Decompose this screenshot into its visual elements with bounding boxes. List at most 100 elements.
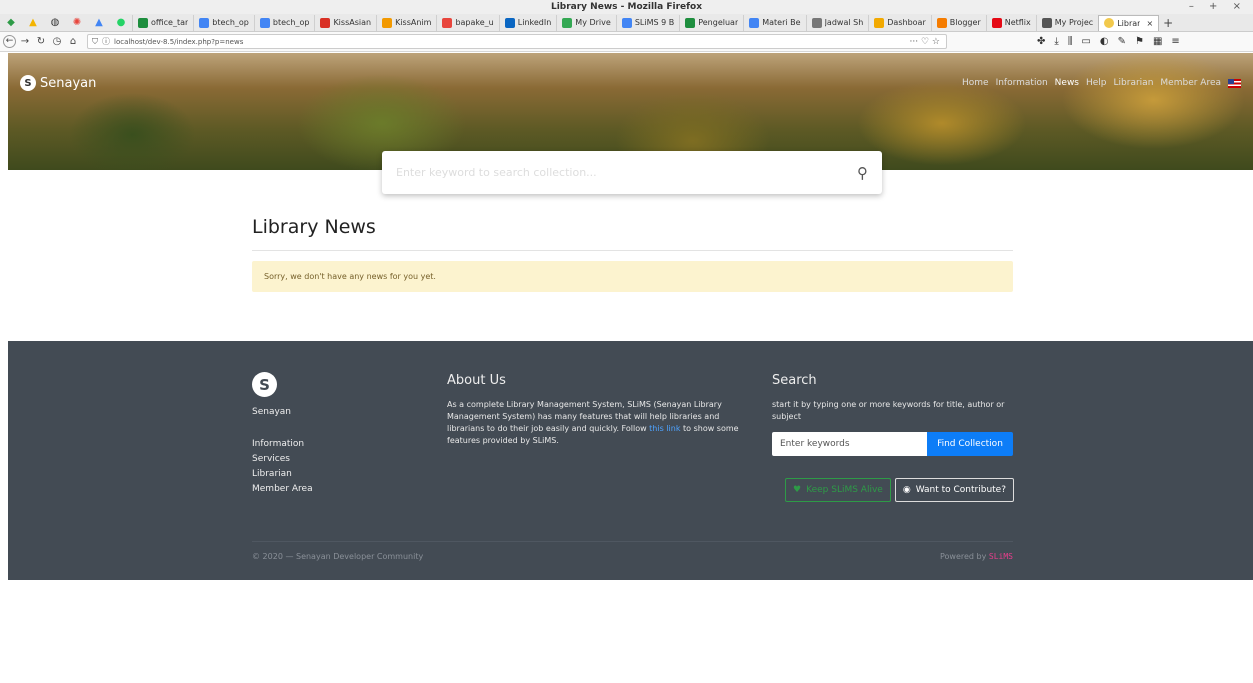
footer-buttons: ♥ Keep SLiMS Alive ◉ Want to Contribute?: [772, 478, 1014, 502]
tab-favicon-icon: [1041, 17, 1052, 28]
site-brand[interactable]: S Senayan: [20, 75, 96, 91]
tab-library-news[interactable]: Librar ×: [1098, 14, 1160, 31]
home-icon[interactable]: ⌂: [66, 36, 80, 47]
top-menu: Home Information News Help Librarian Mem…: [962, 78, 1241, 88]
menu-news[interactable]: News: [1055, 78, 1079, 88]
menu-home[interactable]: Home: [962, 78, 989, 88]
new-tab-button[interactable]: +: [1163, 16, 1173, 30]
senayan-logo-icon: S: [252, 372, 277, 397]
tab[interactable]: SLiMS 9 B: [615, 14, 679, 31]
reload-icon[interactable]: ↻: [34, 36, 48, 47]
download-icon[interactable]: ⤓: [1054, 36, 1058, 47]
tab[interactable]: KissAsian: [314, 14, 376, 31]
about-us-column: About Us As a complete Library Managemen…: [447, 373, 745, 447]
menu-icon[interactable]: ≡: [1171, 36, 1179, 47]
tab-label: btech_op: [272, 18, 310, 27]
tab-favicon-icon: [562, 17, 573, 28]
tab[interactable]: btech_op: [193, 14, 254, 31]
tab[interactable]: office_tar: [132, 14, 193, 31]
menu-librarian[interactable]: Librarian: [1114, 78, 1154, 88]
darkmode-icon[interactable]: ◐: [1100, 36, 1109, 47]
back-icon[interactable]: ←: [3, 35, 16, 48]
features-link[interactable]: this link: [649, 424, 680, 433]
pinned-tab-icon[interactable]: ◆: [3, 15, 19, 31]
senayan-logo-icon: S: [20, 75, 36, 91]
keep-slims-alive-button[interactable]: ♥ Keep SLiMS Alive: [785, 478, 891, 502]
tab-favicon-icon: [382, 17, 393, 28]
pinned-tab-icon[interactable]: ▲: [91, 15, 107, 31]
powered-by: Powered by SLiMS: [938, 552, 1013, 561]
pinned-tab-globe-icon[interactable]: ◍: [47, 15, 63, 31]
forward-icon[interactable]: →: [18, 36, 32, 47]
window-controls[interactable]: – + ×: [1189, 0, 1247, 14]
tab-favicon-icon: [811, 17, 822, 28]
keep-alive-label: Keep SLiMS Alive: [806, 485, 883, 495]
extension-icon[interactable]: ✤: [1037, 36, 1045, 47]
footer-link-member-area[interactable]: Member Area: [252, 482, 313, 497]
library-icon[interactable]: ⫼: [1068, 36, 1073, 47]
empty-news-alert: Sorry, we don't have any news for you ye…: [252, 261, 1013, 292]
extension-icon[interactable]: ▦: [1153, 36, 1162, 47]
tab-label: Librar: [1117, 18, 1141, 28]
tab[interactable]: Netflix: [985, 14, 1036, 31]
tab-favicon-icon: [199, 17, 210, 28]
tab-label: KissAnim: [395, 18, 432, 27]
tab-label: Jadwal Sh: [824, 18, 864, 27]
window-titlebar: Library News - Mozilla Firefox – + ×: [0, 0, 1253, 14]
tab[interactable]: KissAnim: [376, 14, 436, 31]
footer-search-column: Search start it by typing one or more ke…: [772, 373, 1014, 502]
collection-search-input[interactable]: Enter keyword to search collection... ⚲: [382, 151, 882, 194]
page-actions[interactable]: ··· ♡ ☆: [910, 37, 940, 47]
window-title: Library News - Mozilla Firefox: [550, 2, 703, 12]
history-icon[interactable]: ◷: [50, 36, 64, 47]
tab[interactable]: Jadwal Sh: [805, 14, 869, 31]
tab[interactable]: btech_op: [253, 14, 315, 31]
tab[interactable]: Pengeluar: [679, 14, 743, 31]
sidebar-icon[interactable]: ▭: [1081, 36, 1090, 47]
find-collection-button[interactable]: Find Collection: [927, 432, 1013, 456]
footer-link-librarian[interactable]: Librarian: [252, 467, 313, 482]
pinned-tab-whatsapp-icon[interactable]: ●: [113, 15, 129, 31]
page-title: Library News: [252, 216, 376, 238]
tab-label: Materi Be: [762, 18, 801, 27]
tab[interactable]: My Drive: [556, 14, 616, 31]
menu-information[interactable]: Information: [996, 78, 1048, 88]
tab-favicon-icon: [749, 17, 760, 28]
search-placeholder: Enter keyword to search collection...: [396, 166, 597, 179]
news-section: Library News Sorry, we don't have any ne…: [252, 216, 1013, 292]
tab[interactable]: Blogger: [930, 14, 986, 31]
keywords-input[interactable]: Enter keywords: [772, 432, 927, 456]
footer-site-name: Senayan: [252, 407, 292, 417]
tab-favicon-icon: [936, 17, 947, 28]
footer-link-information[interactable]: Information: [252, 437, 313, 452]
tab[interactable]: Materi Be: [743, 14, 805, 31]
tab-favicon-icon: [874, 17, 885, 28]
tab-favicon-icon: [621, 17, 632, 28]
us-flag-icon[interactable]: [1228, 79, 1241, 88]
footer: S Senayan Information Services Librarian…: [8, 341, 1253, 580]
slims-link[interactable]: SLiMS: [989, 552, 1013, 561]
close-tab-icon[interactable]: ×: [1146, 19, 1153, 28]
pinned-tab-icon[interactable]: ✺: [69, 15, 85, 31]
tab[interactable]: LinkedIn: [498, 14, 557, 31]
search-icon[interactable]: ⚲: [857, 164, 868, 182]
extension-icon[interactable]: ✎: [1118, 36, 1126, 47]
tab-favicon-icon: [991, 17, 1002, 28]
tab[interactable]: Dashboar: [868, 14, 930, 31]
tab-label: Netflix: [1004, 18, 1031, 27]
tab[interactable]: bapake_u: [436, 14, 498, 31]
menu-member-area[interactable]: Member Area: [1160, 78, 1221, 88]
tab[interactable]: My Projec: [1035, 14, 1098, 31]
tab-label: office_tar: [151, 18, 189, 27]
contribute-button[interactable]: ◉ Want to Contribute?: [894, 478, 1014, 502]
search-description: start it by typing one or more keywords …: [772, 400, 1005, 421]
tab-bar: ◆ ▲ ◍ ✺ ▲ ● office_tar btech_op btech_op Ki…: [0, 14, 1253, 32]
extension-icon[interactable]: ⚑: [1135, 36, 1144, 47]
tab-favicon-icon: [259, 17, 270, 28]
footer-divider: [252, 541, 1013, 542]
shield-icon: ⛉: [92, 36, 98, 46]
menu-help[interactable]: Help: [1086, 78, 1107, 88]
pinned-tab-drive-icon[interactable]: ▲: [25, 15, 41, 31]
footer-link-services[interactable]: Services: [252, 452, 313, 467]
url-bar[interactable]: ⛉ ⓘ localhost/dev-8.5/index.php?p=news ·…: [87, 34, 947, 49]
